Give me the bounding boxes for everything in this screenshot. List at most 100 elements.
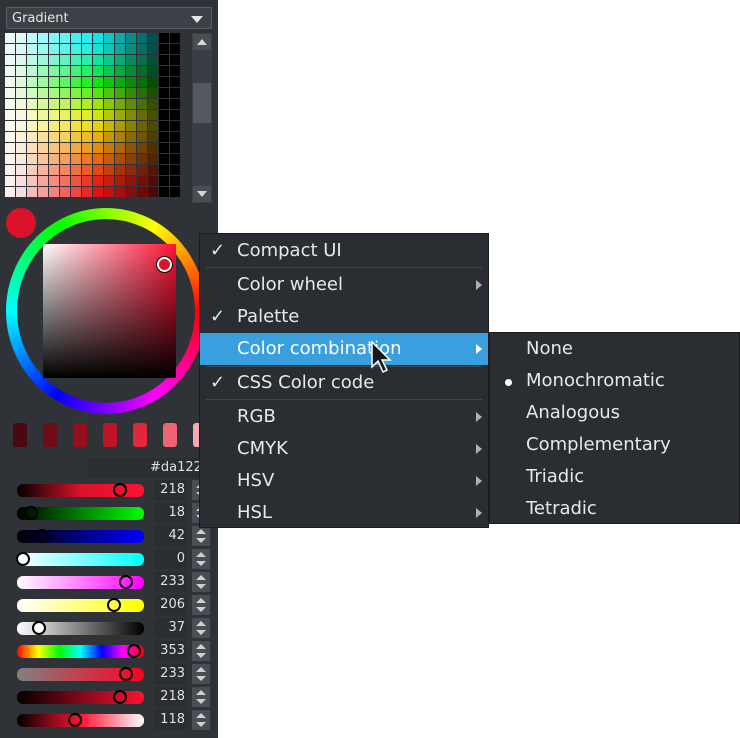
palette-swatch[interactable]	[126, 132, 136, 142]
cyan-slider-knob[interactable]	[16, 552, 30, 566]
menu-item-palette[interactable]: ✓ Palette	[200, 301, 488, 333]
palette-swatch[interactable]	[170, 154, 180, 164]
palette-swatch[interactable]	[60, 165, 70, 175]
palette-swatch[interactable]	[170, 44, 180, 54]
palette-swatch[interactable]	[60, 33, 70, 43]
palette-swatch[interactable]	[27, 88, 37, 98]
palette-swatch[interactable]	[137, 143, 147, 153]
palette-swatch[interactable]	[137, 44, 147, 54]
palette-swatch[interactable]	[148, 66, 158, 76]
combination-item-none[interactable]: None	[490, 333, 739, 365]
palette-swatch[interactable]	[16, 121, 26, 131]
palette-swatch[interactable]	[159, 33, 169, 43]
palette-swatch[interactable]	[5, 66, 15, 76]
palette-swatch[interactable]	[82, 110, 92, 120]
palette-swatch[interactable]	[170, 165, 180, 175]
combination-item-monochromatic[interactable]: Monochromatic	[490, 365, 739, 397]
palette-swatch[interactable]	[148, 110, 158, 120]
palette-swatch[interactable]	[115, 66, 125, 76]
palette-swatch[interactable]	[16, 132, 26, 142]
palette-swatch[interactable]	[16, 44, 26, 54]
palette-swatch[interactable]	[38, 165, 48, 175]
palette-swatch[interactable]	[27, 154, 37, 164]
palette-swatch[interactable]	[170, 143, 180, 153]
palette-swatch[interactable]	[5, 55, 15, 65]
palette-scrollbar[interactable]	[192, 33, 212, 203]
hue-spin-buttons[interactable]	[192, 641, 210, 661]
palette-swatch[interactable]	[170, 187, 180, 197]
palette-swatch[interactable]	[49, 44, 59, 54]
palette-swatch[interactable]	[60, 187, 70, 197]
palette-swatch[interactable]	[49, 187, 59, 197]
palette-swatch[interactable]	[93, 66, 103, 76]
palette-swatch[interactable]	[104, 187, 114, 197]
palette-swatch[interactable]	[71, 77, 81, 87]
palette-swatch[interactable]	[71, 88, 81, 98]
palette-swatch[interactable]	[115, 143, 125, 153]
menu-item-compact-ui[interactable]: ✓ Compact UI	[200, 235, 488, 267]
palette-swatch[interactable]	[170, 77, 180, 87]
palette-swatch[interactable]	[38, 176, 48, 186]
palette-swatch[interactable]	[115, 88, 125, 98]
lightness-spin-buttons[interactable]	[192, 710, 210, 730]
hue-slider-knob[interactable]	[126, 644, 141, 658]
palette-swatch[interactable]	[137, 165, 147, 175]
saturation-slider[interactable]	[17, 667, 144, 681]
palette-swatch[interactable]	[49, 121, 59, 131]
palette-swatch[interactable]	[148, 99, 158, 109]
palette-swatch[interactable]	[159, 88, 169, 98]
palette-swatch[interactable]	[115, 176, 125, 186]
palette-swatch[interactable]	[159, 176, 169, 186]
blue-slider[interactable]	[17, 529, 144, 543]
palette-swatch[interactable]	[115, 99, 125, 109]
palette-swatch[interactable]	[5, 165, 15, 175]
palette-swatch[interactable]	[126, 165, 136, 175]
palette-swatch[interactable]	[170, 121, 180, 131]
palette-swatch[interactable]	[5, 99, 15, 109]
palette-swatch[interactable]	[93, 110, 103, 120]
palette-swatch[interactable]	[16, 165, 26, 175]
palette-swatch[interactable]	[49, 88, 59, 98]
palette-swatch[interactable]	[16, 143, 26, 153]
hue-slider[interactable]	[17, 644, 144, 658]
palette-swatch[interactable]	[60, 77, 70, 87]
yellow-value-field[interactable]: 206	[155, 595, 187, 615]
palette-swatch[interactable]	[137, 132, 147, 142]
palette-swatch[interactable]	[16, 66, 26, 76]
palette-swatch[interactable]	[82, 44, 92, 54]
menu-item-rgb[interactable]: RGB	[200, 401, 488, 433]
palette-swatch[interactable]	[115, 33, 125, 43]
palette-swatch[interactable]	[16, 33, 26, 43]
palette-swatch[interactable]	[115, 154, 125, 164]
palette-swatch[interactable]	[115, 165, 125, 175]
palette-swatch[interactable]	[38, 154, 48, 164]
palette-swatch[interactable]	[148, 132, 158, 142]
palette-swatch[interactable]	[27, 55, 37, 65]
palette-swatch[interactable]	[126, 99, 136, 109]
palette-swatch[interactable]	[93, 88, 103, 98]
palette-swatch[interactable]	[126, 55, 136, 65]
palette-swatch[interactable]	[148, 55, 158, 65]
combination-item-analogous[interactable]: Analogous	[490, 397, 739, 429]
palette-swatch[interactable]	[104, 66, 114, 76]
palette-swatch[interactable]	[82, 176, 92, 186]
yellow-slider-knob[interactable]	[107, 598, 122, 612]
palette-swatch[interactable]	[60, 99, 70, 109]
palette-swatch[interactable]	[49, 165, 59, 175]
saturation-spin-buttons[interactable]	[192, 664, 210, 684]
palette-swatch[interactable]	[82, 33, 92, 43]
palette-swatch[interactable]	[104, 176, 114, 186]
menu-item-css-color-code[interactable]: ✓ CSS Color code	[200, 367, 488, 399]
palette-swatch[interactable]	[126, 44, 136, 54]
key-slider[interactable]	[17, 621, 144, 635]
menu-item-color-combination[interactable]: Color combination	[200, 333, 488, 365]
monochromatic-swatch[interactable]	[73, 423, 87, 447]
palette-swatch[interactable]	[49, 33, 59, 43]
palette-swatch[interactable]	[38, 143, 48, 153]
palette-swatch[interactable]	[27, 121, 37, 131]
palette-swatch[interactable]	[115, 110, 125, 120]
palette-swatch[interactable]	[82, 154, 92, 164]
key-slider-knob[interactable]	[32, 621, 47, 635]
palette-swatch[interactable]	[126, 33, 136, 43]
palette-swatch[interactable]	[159, 132, 169, 142]
